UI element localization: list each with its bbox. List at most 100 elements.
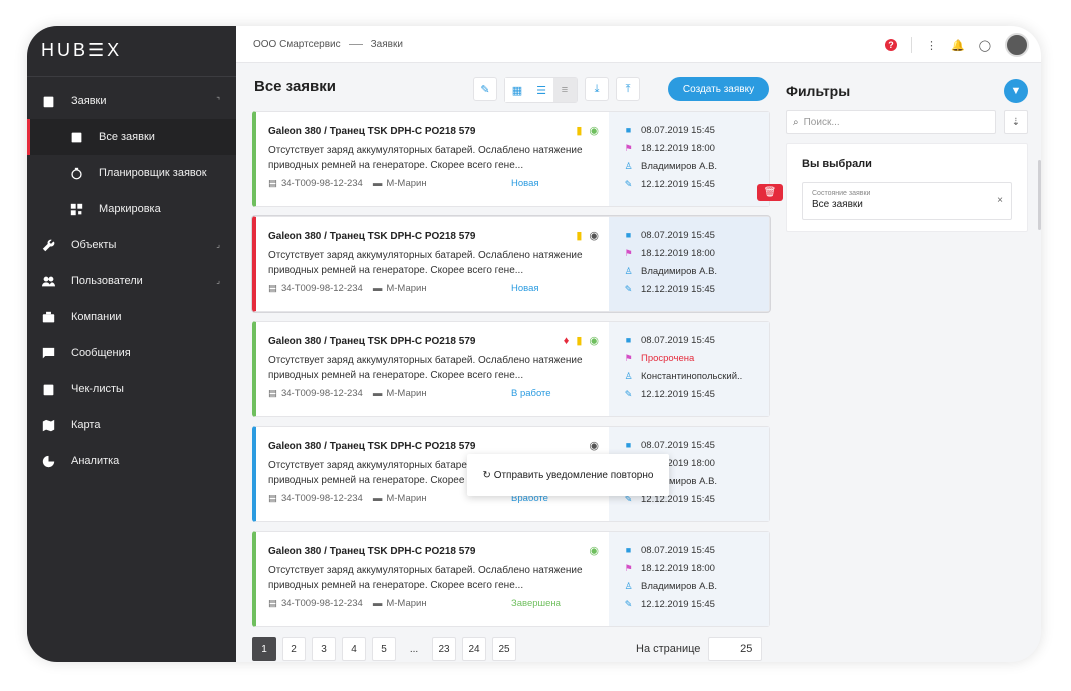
resend-notification-popup[interactable]: ↻ Отправить уведомление повторно — [467, 454, 669, 496]
selected-filters-title: Вы выбрали — [802, 158, 872, 170]
status-badge: Новая — [511, 283, 539, 294]
sidebar-item-objects[interactable]: Объекты ⌟ — [27, 227, 236, 263]
scrollbar[interactable] — [1038, 160, 1041, 230]
request-card-details: ■ 08.07.2019 15:45 ⚑ 18.12.2019 18:00 ♙ Вла… — [609, 532, 769, 626]
request-title[interactable]: Galeon 380 / Транец TSK DPH-C PO218 579 — [268, 546, 599, 557]
sidebar-item-users[interactable]: Пользователи ⌟ — [27, 263, 236, 299]
sidebar-item-analytics[interactable]: Аналитка — [27, 443, 236, 479]
download-icon[interactable]: ⤓ — [585, 77, 609, 101]
eye-icon[interactable]: ◉ — [589, 124, 599, 137]
page-button[interactable]: 24 — [462, 637, 486, 661]
eye-icon[interactable]: ◉ — [589, 544, 599, 557]
request-list: ▮ ◉ Galeon 380 / Транец TSK DPH-C PO218 5… — [252, 111, 783, 636]
calendar-view-icon[interactable]: ▦ — [505, 78, 529, 102]
service-date: 12.12.2019 15:45 — [641, 388, 715, 400]
clipboard-icon — [41, 94, 55, 108]
deadline-icon: ⚑ — [624, 142, 633, 153]
request-code: 34-T009-98-12-234 — [280, 598, 363, 609]
card-icons: ▮ ◉ — [576, 229, 599, 242]
deadline-date: 18.12.2019 18:00 — [641, 142, 715, 154]
location-pin-icon[interactable]: ♦ — [564, 335, 570, 347]
deadline-date: 18.12.2019 18:00 — [641, 562, 715, 574]
page-button[interactable]: 4 — [342, 637, 366, 661]
app-window: HUB☰X Заявки ⌝ Все заявки Планировщик за… — [27, 26, 1041, 662]
sidebar-item-messages[interactable]: Сообщения — [27, 335, 236, 371]
page-button[interactable]: 3 — [312, 637, 336, 661]
users-icon — [41, 274, 55, 288]
logo: HUB☰X — [27, 26, 236, 77]
created-date: 08.07.2019 15:45 — [641, 439, 715, 451]
bell-icon[interactable]: 🔔 — [951, 39, 965, 52]
created-date: 08.07.2019 15:45 — [641, 229, 715, 241]
upload-icon[interactable]: ⤒ — [616, 77, 640, 101]
bookmark-icon[interactable]: ▮ — [576, 229, 582, 242]
filter-chip[interactable]: Состояние заявки Все заявки × — [802, 182, 1012, 220]
divider — [910, 37, 912, 53]
page-button[interactable]: 5 — [372, 637, 396, 661]
delete-icon[interactable]: 🗑 — [757, 184, 783, 201]
request-description: Отсутствует заряд аккумуляторных батарей… — [268, 145, 583, 171]
request-title[interactable]: Galeon 380 / Транец TSK DPH-C PO218 579 — [268, 231, 599, 242]
funnel-icon[interactable]: ▼ — [1004, 79, 1028, 103]
service-date: 12.12.2019 15:45 — [641, 598, 715, 610]
main-area: ООО Смартсервис Заявки ? ⋮ 🔔 ◯ Все заявк… — [236, 26, 1041, 662]
deadline-icon: ⚑ — [624, 247, 633, 258]
bookmark-icon[interactable]: ▮ — [576, 334, 582, 347]
request-title[interactable]: Galeon 380 / Транец TSK DPH-C PO218 579 — [268, 441, 599, 452]
page-button[interactable]: 2 — [282, 637, 306, 661]
deadline-row: ⚑ 18.12.2019 18:00 — [623, 139, 769, 157]
avatar[interactable] — [1005, 33, 1029, 57]
page-button[interactable]: 1 — [252, 637, 276, 661]
assignee-row: ♙ Константинопольский.. — [623, 367, 769, 385]
compact-view-icon[interactable]: ≡ — [553, 78, 577, 102]
eye-icon[interactable]: ◉ — [589, 229, 599, 242]
sidebar-item-checklists[interactable]: Чек-листы — [27, 371, 236, 407]
vessel-icon: ▬ — [372, 388, 383, 399]
sidebar-item-marking[interactable]: Маркировка — [27, 191, 236, 227]
notification-icon[interactable]: ◯ — [979, 39, 991, 52]
request-meta: ▤ 34-T009-98-12-234 ▬ М-Марин В работе — [268, 388, 599, 399]
request-card[interactable]: ♦ ▮ ◉ Galeon 380 / Транец TSK DPH-C PO218 … — [252, 321, 770, 417]
search-placeholder: Поиск... — [803, 116, 840, 128]
calendar-icon: ■ — [625, 125, 632, 135]
create-request-button[interactable]: Создать заявку — [668, 77, 769, 101]
request-card[interactable]: ◉ Galeon 380 / Транец TSK DPH-C PO218 57… — [252, 531, 770, 627]
sidebar-item-companies[interactable]: Компании — [27, 299, 236, 335]
request-card[interactable]: ▮ ◉ Galeon 380 / Транец TSK DPH-C PO218 5… — [252, 216, 770, 312]
per-page-select[interactable]: 25 — [708, 637, 763, 661]
sidebar-item-requests[interactable]: Заявки ⌝ — [27, 83, 236, 119]
request-card[interactable]: ▮ ◉ Galeon 380 / Транец TSK DPH-C PO218 5… — [252, 111, 783, 207]
status-badge: Завершена — [511, 598, 561, 609]
request-meta: ▤ 34-T009-98-12-234 ▬ М-Марин Завершена — [268, 598, 599, 609]
topbar-actions: ? ⋮ 🔔 ◯ — [884, 33, 1029, 57]
page-button[interactable]: 23 — [432, 637, 456, 661]
sidebar-item-all-requests[interactable]: Все заявки — [27, 119, 236, 155]
request-title[interactable]: Galeon 380 / Транец TSK DPH-C PO218 579 — [268, 126, 599, 137]
wrench-icon: ✎ — [624, 178, 633, 189]
breadcrumb-company[interactable]: ООО Смартсервис — [253, 39, 341, 50]
assignee-name: Владимиров А.В. — [641, 580, 718, 592]
created-row: ■ 08.07.2019 15:45 — [623, 121, 769, 139]
request-title[interactable]: Galeon 380 / Транец TSK DPH-C PO218 579 — [268, 336, 599, 347]
search-input[interactable]: ⌕ Поиск... — [786, 110, 996, 134]
bookmark-icon[interactable]: ▮ — [576, 124, 582, 137]
page-button[interactable]: 25 — [492, 637, 516, 661]
eye-icon[interactable]: ◉ — [589, 439, 599, 452]
close-icon[interactable]: × — [997, 195, 1003, 206]
service-row: ✎ 12.12.2019 15:45 — [623, 595, 769, 613]
sidebar-item-scheduler[interactable]: Планировщик заявок — [27, 155, 236, 191]
sidebar-item-map[interactable]: Карта — [27, 407, 236, 443]
vessel-icon: ▬ — [372, 493, 383, 504]
request-code: 34-T009-98-12-234 — [280, 493, 363, 504]
edit-icon[interactable]: ✎ — [473, 77, 497, 101]
eye-icon[interactable]: ◉ — [589, 334, 599, 347]
filter-chip-label: Состояние заявки — [812, 190, 871, 197]
list-view-icon[interactable]: ☰ — [529, 78, 553, 102]
request-vessel: М-Марин — [386, 283, 427, 294]
sort-icon[interactable]: ⇣ — [1004, 110, 1028, 134]
help-icon[interactable]: ? — [884, 39, 897, 51]
code-icon: ▤ — [268, 598, 277, 609]
person-icon: ♙ — [624, 580, 633, 591]
breadcrumb-section[interactable]: Заявки — [371, 39, 403, 50]
more-icon[interactable]: ⋮ — [926, 39, 937, 52]
